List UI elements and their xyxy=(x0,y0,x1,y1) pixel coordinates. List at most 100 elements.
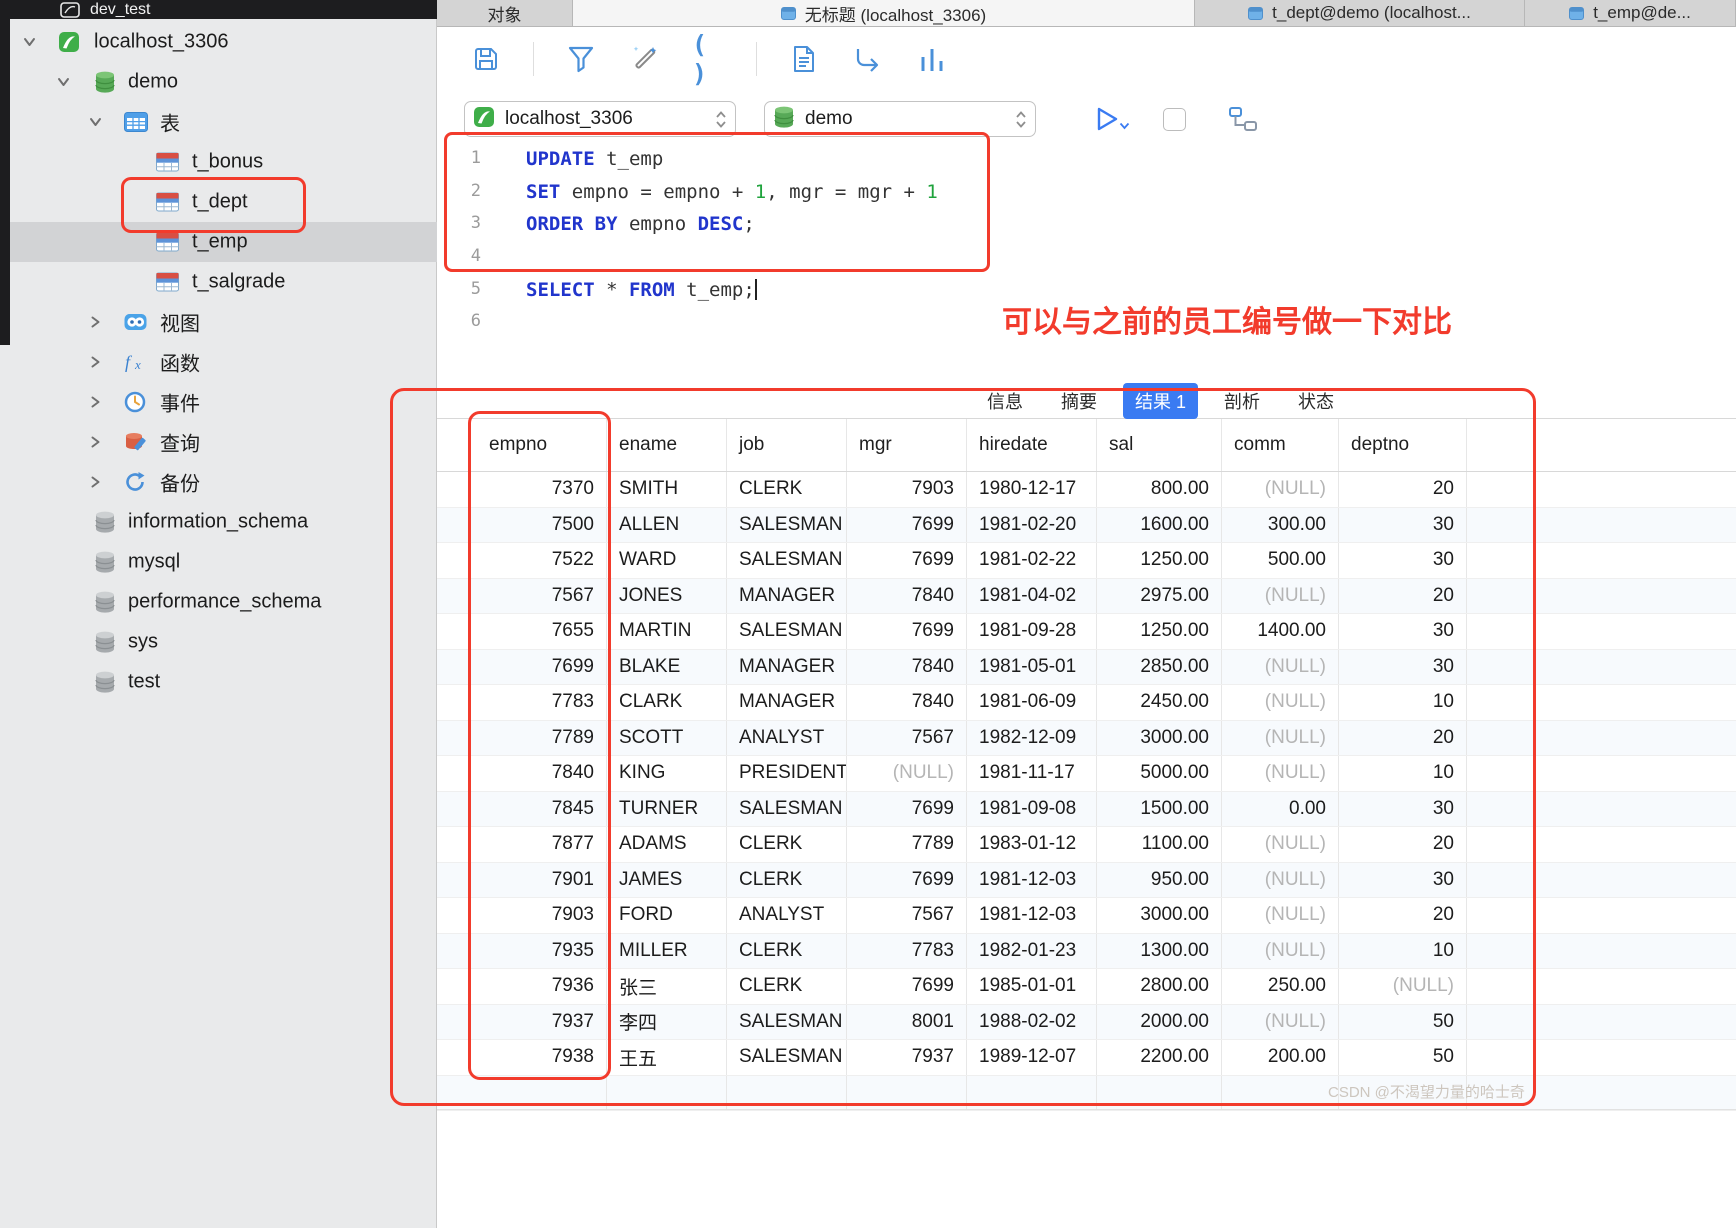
sidebar-item-events[interactable]: 事件 xyxy=(0,382,437,422)
cell-deptno[interactable]: 20 xyxy=(1339,472,1467,507)
table-row[interactable]: 7370SMITHCLERK79031980-12-17800.00(NULL)… xyxy=(437,472,1736,508)
cell-ename[interactable]: BLAKE xyxy=(607,650,727,685)
chart-button[interactable] xyxy=(915,42,949,76)
cell-mgr[interactable]: 7840 xyxy=(847,685,967,720)
result-tab-status[interactable]: 状态 xyxy=(1286,383,1346,419)
cell-sal[interactable]: 2000.00 xyxy=(1097,1005,1222,1040)
cell-comm[interactable]: 250.00 xyxy=(1222,969,1339,1004)
column-header-hiredate[interactable]: hiredate xyxy=(967,419,1097,471)
cell-hiredate[interactable]: 1981-02-22 xyxy=(967,543,1097,578)
cell-deptno[interactable]: 20 xyxy=(1339,579,1467,614)
cell-sal[interactable]: 2850.00 xyxy=(1097,650,1222,685)
column-header-ename[interactable]: ename xyxy=(607,419,727,471)
cell-sal[interactable]: 1100.00 xyxy=(1097,827,1222,862)
cell-mgr[interactable]: 7937 xyxy=(847,1040,967,1075)
cell-empno[interactable]: 7937 xyxy=(437,1005,607,1040)
cell-sal[interactable]: 3000.00 xyxy=(1097,721,1222,756)
sidebar-item-tables[interactable]: 表 xyxy=(0,102,437,142)
code-snippet-button[interactable]: ( ) xyxy=(692,42,726,76)
cell-hiredate[interactable]: 1981-09-08 xyxy=(967,792,1097,827)
sidebar-item-t-emp[interactable]: t_emp xyxy=(0,222,437,262)
cell-empno[interactable]: 7370 xyxy=(437,472,607,507)
cell-mgr[interactable]: 7840 xyxy=(847,579,967,614)
chevron-right-icon[interactable] xyxy=(88,475,102,489)
cell-deptno[interactable]: 20 xyxy=(1339,827,1467,862)
sidebar-item-views[interactable]: 视图 xyxy=(0,302,437,342)
cell-mgr[interactable]: 7789 xyxy=(847,827,967,862)
cell-mgr[interactable]: 7567 xyxy=(847,721,967,756)
cell-comm[interactable]: (NULL) xyxy=(1222,863,1339,898)
text-button[interactable] xyxy=(787,42,821,76)
cell-sal[interactable]: 2200.00 xyxy=(1097,1040,1222,1075)
cell-empno[interactable]: 7936 xyxy=(437,969,607,1004)
cell-deptno[interactable]: 30 xyxy=(1339,614,1467,649)
cell-mgr[interactable]: 7699 xyxy=(847,543,967,578)
cell-empno[interactable]: 7655 xyxy=(437,614,607,649)
cell-job[interactable]: PRESIDENT xyxy=(727,756,847,791)
cell-job[interactable]: CLERK xyxy=(727,934,847,969)
cell-deptno[interactable]: 30 xyxy=(1339,543,1467,578)
cell-comm[interactable]: (NULL) xyxy=(1222,472,1339,507)
sidebar-item-dev-test[interactable]: dev_test xyxy=(90,1,150,19)
cell-ename[interactable]: 张三 xyxy=(607,969,727,1004)
cell-empno[interactable]: 7903 xyxy=(437,898,607,933)
sidebar-item-demo[interactable]: demo xyxy=(0,62,437,102)
connection-select[interactable]: localhost_3306 xyxy=(464,101,736,137)
cell-hiredate[interactable]: 1983-01-12 xyxy=(967,827,1097,862)
cell-ename[interactable]: TURNER xyxy=(607,792,727,827)
sidebar-item-backups[interactable]: 备份 xyxy=(0,462,437,502)
cell-job[interactable]: SALESMAN xyxy=(727,543,847,578)
sidebar-item-localhost-3306[interactable]: localhost_3306 xyxy=(0,22,437,62)
result-tab-result1[interactable]: 结果 1 xyxy=(1123,383,1198,419)
tab-t-emp[interactable]: t_emp@de... xyxy=(1525,0,1736,26)
cell-job[interactable]: SALESMAN xyxy=(727,1005,847,1040)
cell-empno[interactable]: 7789 xyxy=(437,721,607,756)
cell-job[interactable]: SALESMAN xyxy=(727,1040,847,1075)
cell-job[interactable]: SALESMAN xyxy=(727,614,847,649)
cell-hiredate[interactable]: 1981-09-28 xyxy=(967,614,1097,649)
cell-sal[interactable]: 1250.00 xyxy=(1097,543,1222,578)
cell-empno[interactable]: 7901 xyxy=(437,863,607,898)
table-row[interactable]: 7901JAMESCLERK76991981-12-03950.00(NULL)… xyxy=(437,863,1736,899)
cell-ename[interactable]: 王五 xyxy=(607,1040,727,1075)
cell-mgr[interactable]: 7699 xyxy=(847,863,967,898)
cell-mgr[interactable]: 7699 xyxy=(847,508,967,543)
cell-deptno[interactable]: 30 xyxy=(1339,863,1467,898)
table-row[interactable]: 7937李四SALESMAN80011988-02-022000.00(NULL… xyxy=(437,1005,1736,1041)
column-header-job[interactable]: job xyxy=(727,419,847,471)
column-header-deptno[interactable]: deptno xyxy=(1339,419,1467,471)
table-row[interactable]: 7935MILLERCLERK77831982-01-231300.00(NUL… xyxy=(437,934,1736,970)
result-tab-info[interactable]: 信息 xyxy=(975,383,1035,419)
cell-ename[interactable]: KING xyxy=(607,756,727,791)
table-row[interactable]: 7877ADAMSCLERK77891983-01-121100.00(NULL… xyxy=(437,827,1736,863)
cell-sal[interactable]: 1500.00 xyxy=(1097,792,1222,827)
cell-empno[interactable]: 7935 xyxy=(437,934,607,969)
cell-deptno[interactable]: 20 xyxy=(1339,721,1467,756)
cell-comm[interactable]: (NULL) xyxy=(1222,650,1339,685)
explain-plan-button[interactable] xyxy=(1228,106,1258,132)
cell-comm[interactable]: 1400.00 xyxy=(1222,614,1339,649)
table-row[interactable]: 7789SCOTTANALYST75671982-12-093000.00(NU… xyxy=(437,721,1736,757)
cell-deptno[interactable]: 10 xyxy=(1339,685,1467,720)
cell-job[interactable]: MANAGER xyxy=(727,685,847,720)
table-row[interactable]: 7783CLARKMANAGER78401981-06-092450.00(NU… xyxy=(437,685,1736,721)
cell-hiredate[interactable]: 1981-05-01 xyxy=(967,650,1097,685)
sidebar-item-test[interactable]: test xyxy=(0,662,437,702)
cell-deptno[interactable]: 30 xyxy=(1339,508,1467,543)
cell-mgr[interactable]: 7840 xyxy=(847,650,967,685)
cell-comm[interactable]: (NULL) xyxy=(1222,685,1339,720)
stop-on-error-checkbox[interactable] xyxy=(1163,108,1186,131)
cell-job[interactable]: MANAGER xyxy=(727,650,847,685)
cell-ename[interactable]: ADAMS xyxy=(607,827,727,862)
cell-hiredate[interactable]: 1981-02-20 xyxy=(967,508,1097,543)
cell-empno[interactable]: 7877 xyxy=(437,827,607,862)
cell-hiredate[interactable]: 1985-01-01 xyxy=(967,969,1097,1004)
cell-ename[interactable]: SMITH xyxy=(607,472,727,507)
sidebar-item-t-salgrade[interactable]: t_salgrade xyxy=(0,262,437,302)
cell-ename[interactable]: ALLEN xyxy=(607,508,727,543)
cell-job[interactable]: CLERK xyxy=(727,863,847,898)
cell-empno[interactable]: 7699 xyxy=(437,650,607,685)
cell-sal[interactable]: 3000.00 xyxy=(1097,898,1222,933)
cell-hiredate[interactable]: 1982-01-23 xyxy=(967,934,1097,969)
cell-job[interactable]: CLERK xyxy=(727,969,847,1004)
